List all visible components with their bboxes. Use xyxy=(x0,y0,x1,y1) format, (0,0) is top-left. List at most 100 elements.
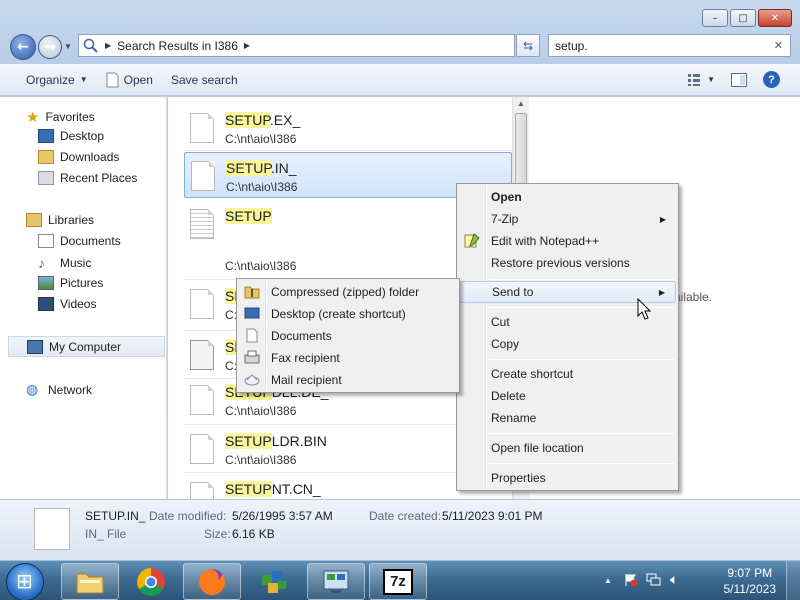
taskbar-app-blocks[interactable] xyxy=(245,563,303,600)
sendto-zip[interactable]: Compressed (zipped) folder xyxy=(239,281,457,303)
clear-search-icon[interactable]: ✕ xyxy=(774,39,783,52)
arrow-left-icon: ← xyxy=(17,39,29,55)
nav-favorites[interactable]: ★ Favorites xyxy=(26,108,95,126)
computer-icon xyxy=(27,339,43,354)
nav-downloads-label: Downloads xyxy=(60,150,120,164)
document-icon xyxy=(106,72,119,87)
recent-pages-dropdown[interactable]: ▼ xyxy=(64,42,72,51)
mail-icon xyxy=(244,374,260,386)
nav-pictures[interactable]: Pictures xyxy=(38,276,103,290)
fax-icon xyxy=(244,350,260,364)
taskbar-control-panel[interactable] xyxy=(307,563,365,600)
sendto-documents[interactable]: Documents xyxy=(239,325,457,347)
file-path: C:\nt\aio\I386 xyxy=(225,132,297,146)
nav-downloads[interactable]: Downloads xyxy=(38,150,119,164)
star-icon: ★ xyxy=(26,109,40,126)
recent-places-icon xyxy=(38,171,54,185)
views-dropdown-icon[interactable]: ▼ xyxy=(707,75,715,84)
file-name: SETUPNT.CN_ xyxy=(225,481,321,497)
clock[interactable]: 9:07 PM 5/11/2023 xyxy=(724,565,777,597)
sendto-fax[interactable]: Fax recipient xyxy=(239,347,457,369)
search-input[interactable]: setup. xyxy=(555,39,588,53)
menu-copy[interactable]: Copy xyxy=(459,333,676,355)
explorer-folder-icon xyxy=(76,573,104,593)
sendto-mail[interactable]: Mail recipient xyxy=(239,369,457,391)
back-button[interactable]: ← xyxy=(10,34,36,60)
breadcrumb-separator-icon[interactable]: ▶ xyxy=(105,41,111,50)
menu-properties[interactable]: Properties xyxy=(459,467,676,489)
network-globe-icon: ◍ xyxy=(26,381,39,397)
pictures-icon xyxy=(38,276,54,290)
date-modified-value: 5/26/1995 3:57 AM xyxy=(232,509,333,523)
maximize-button[interactable]: □ xyxy=(730,9,756,27)
show-hidden-icons[interactable]: ▲ xyxy=(604,576,612,585)
nav-recent-places[interactable]: Recent Places xyxy=(38,171,137,185)
date-created-label: Date created: xyxy=(369,509,442,523)
minimize-button[interactable]: – xyxy=(702,9,728,27)
documents-icon xyxy=(38,234,54,248)
organize-label: Organize xyxy=(26,72,75,87)
nav-music-label: Music xyxy=(60,256,92,270)
action-center-flag-icon[interactable] xyxy=(624,573,638,587)
start-button[interactable] xyxy=(6,563,44,600)
menu-create-shortcut[interactable]: Create shortcut xyxy=(459,363,676,385)
show-desktop-button[interactable] xyxy=(786,561,800,600)
preview-pane-icon[interactable] xyxy=(731,72,747,87)
help-icon[interactable]: ? xyxy=(763,71,780,88)
volume-icon[interactable]: 🔈︎ xyxy=(670,571,678,588)
menu-delete[interactable]: Delete xyxy=(459,385,676,407)
taskbar-firefox[interactable] xyxy=(183,563,241,600)
menu-rename[interactable]: Rename xyxy=(459,407,676,429)
menu-edit-notepad[interactable]: Edit with Notepad++ xyxy=(459,230,676,252)
scroll-up-icon[interactable]: ▲ xyxy=(517,99,525,108)
forward-button[interactable]: → xyxy=(38,35,62,59)
nav-documents-label: Documents xyxy=(60,234,121,248)
menu-open[interactable]: Open xyxy=(459,186,676,208)
save-search-button[interactable]: Save search xyxy=(171,73,238,87)
sendto-fax-label: Fax recipient xyxy=(271,351,340,365)
views-icon[interactable] xyxy=(687,73,701,87)
refresh-button[interactable]: ⇆ xyxy=(516,34,540,57)
nav-libraries[interactable]: Libraries xyxy=(26,213,94,227)
search-box[interactable]: setup. ✕ xyxy=(548,34,791,57)
nav-documents[interactable]: Documents xyxy=(38,234,121,248)
caption-buttons: – □ ✕ xyxy=(702,9,792,27)
file-path: C:\nt\aio\I386 xyxy=(226,180,298,194)
taskbar-chrome[interactable] xyxy=(122,563,180,600)
sendto-zip-label: Compressed (zipped) folder xyxy=(271,285,420,299)
selected-file-type: IN_ File xyxy=(85,527,127,541)
menu-restore-versions[interactable]: Restore previous versions xyxy=(459,252,676,274)
taskbar-7zip[interactable]: 7z xyxy=(369,563,427,600)
file-name: SETUPLDR.BIN xyxy=(225,433,327,449)
firefox-icon xyxy=(199,568,225,595)
sendto-desktop[interactable]: Desktop (create shortcut) xyxy=(239,303,457,325)
breadcrumb-search-results[interactable]: Search Results in I386 xyxy=(117,39,238,53)
size-label: Size: xyxy=(204,527,231,541)
sendto-documents-label: Documents xyxy=(271,329,332,343)
nav-videos[interactable]: Videos xyxy=(38,297,96,311)
breadcrumb-separator-icon[interactable]: ▶ xyxy=(244,41,250,50)
close-button[interactable]: ✕ xyxy=(758,9,792,27)
nav-network[interactable]: ◍ Network xyxy=(26,381,92,398)
generic-file-icon xyxy=(190,113,214,143)
file-path: C:\nt\aio\I386 xyxy=(225,453,297,467)
network-icon[interactable] xyxy=(646,573,662,587)
arrow-right-icon: → xyxy=(44,39,56,55)
address-bar[interactable]: ▶ Search Results in I386 ▶ xyxy=(78,34,515,57)
nav-pictures-label: Pictures xyxy=(60,276,104,290)
nav-music[interactable]: ♪ Music xyxy=(38,255,91,271)
generic-file-icon xyxy=(190,385,214,415)
selected-file-name: SETUP.IN_ xyxy=(85,509,146,523)
taskbar-explorer[interactable] xyxy=(61,563,119,600)
generic-file-icon xyxy=(190,434,214,464)
music-icon: ♪ xyxy=(38,255,45,271)
open-button[interactable]: Open xyxy=(106,72,153,88)
submenu-arrow-icon: ▶ xyxy=(659,214,666,224)
menu-7zip[interactable]: 7-Zip ▶ xyxy=(459,208,676,230)
nav-desktop[interactable]: Desktop xyxy=(38,129,104,143)
nav-my-computer[interactable]: My Computer xyxy=(8,336,165,357)
organize-button[interactable]: Organize ▼ xyxy=(26,73,88,87)
file-row-setup-ex[interactable]: SETUP.EX_ C:\nt\aio\I386 xyxy=(184,105,512,151)
selected-file-icon xyxy=(34,508,70,550)
menu-open-file-location[interactable]: Open file location xyxy=(459,437,676,459)
